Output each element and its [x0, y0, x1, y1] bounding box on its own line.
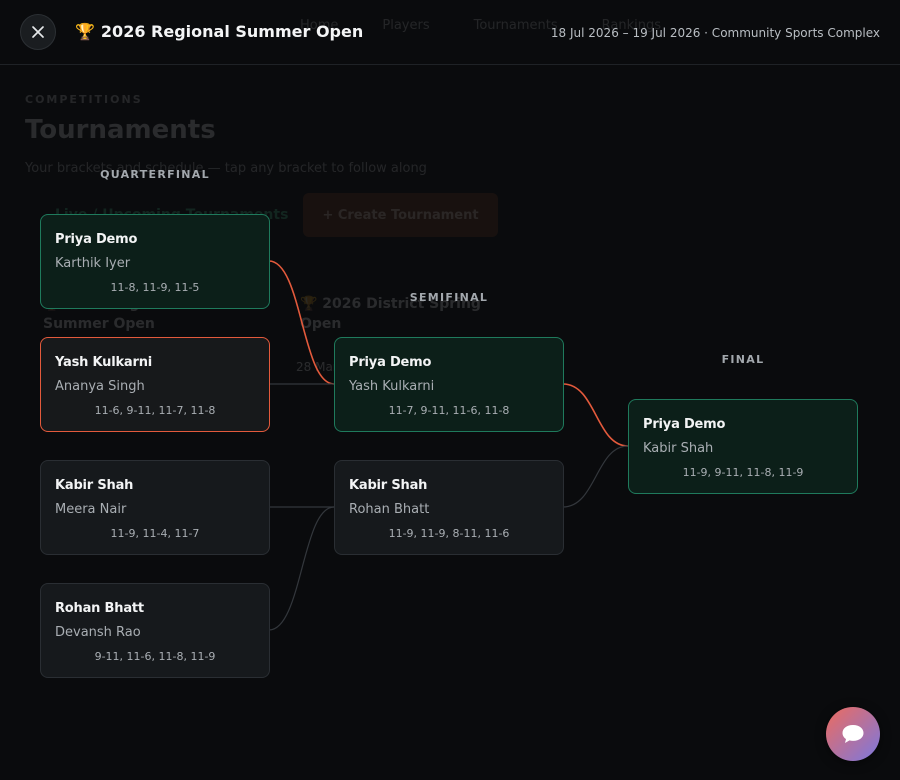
match-winner: Yash Kulkarni: [55, 355, 153, 370]
match-score: 9-11, 11-6, 11-8, 11-9: [94, 650, 216, 663]
match-card-sf2[interactable]: Kabir Shah Rohan Bhatt 11-9, 11-9, 8-11,…: [334, 460, 564, 555]
match-winner: Priya Demo: [55, 232, 138, 247]
match-card-qf4[interactable]: Rohan Bhatt Devansh Rao 9-11, 11-6, 11-8…: [40, 583, 270, 678]
round-label-final: FINAL: [721, 353, 765, 366]
match-winner: Kabir Shah: [349, 478, 428, 493]
match-score: 11-9, 9-11, 11-8, 11-9: [682, 466, 804, 479]
match-loser: Meera Nair: [55, 502, 127, 517]
match-card-qf2[interactable]: Yash Kulkarni Ananya Singh 11-6, 9-11, 1…: [40, 337, 270, 432]
connector-qf4-sf2: [268, 506, 335, 631]
match-card-qf3[interactable]: Kabir Shah Meera Nair 11-9, 11-4, 11-7: [40, 460, 270, 555]
match-loser: Rohan Bhatt: [349, 502, 430, 517]
match-score: 11-7, 9-11, 11-6, 11-8: [388, 404, 510, 417]
round-label-quarterfinal: QUARTERFINAL: [100, 168, 210, 181]
match-loser: Ananya Singh: [55, 379, 145, 394]
match-loser: Karthik Iyer: [55, 256, 131, 271]
match-card-qf1[interactable]: Priya Demo Karthik Iyer 11-8, 11-9, 11-5: [40, 214, 270, 309]
connector-sf2-final: [562, 445, 629, 508]
match-winner: Rohan Bhatt: [55, 601, 144, 616]
match-score: 11-9, 11-4, 11-7: [110, 527, 200, 540]
connector-qf1-sf1: [268, 260, 335, 385]
chat-bubble-icon: [842, 725, 864, 743]
connector-sf1-final: [562, 383, 629, 447]
match-loser: Kabir Shah: [643, 441, 714, 456]
match-score: 11-6, 9-11, 11-7, 11-8: [94, 404, 216, 417]
chat-button[interactable]: [826, 707, 880, 761]
match-card-sf1[interactable]: Priya Demo Yash Kulkarni 11-7, 9-11, 11-…: [334, 337, 564, 432]
match-winner: Priya Demo: [643, 417, 726, 432]
match-score: 11-8, 11-9, 11-5: [110, 281, 200, 294]
match-loser: Yash Kulkarni: [349, 379, 435, 394]
match-winner: Kabir Shah: [55, 478, 134, 493]
match-loser: Devansh Rao: [55, 625, 141, 640]
match-card-final[interactable]: Priya Demo Kabir Shah 11-9, 9-11, 11-8, …: [628, 399, 858, 494]
round-label-semifinal: SEMIFINAL: [409, 291, 489, 304]
match-winner: Priya Demo: [349, 355, 432, 370]
match-score: 11-9, 11-9, 8-11, 11-6: [388, 527, 510, 540]
